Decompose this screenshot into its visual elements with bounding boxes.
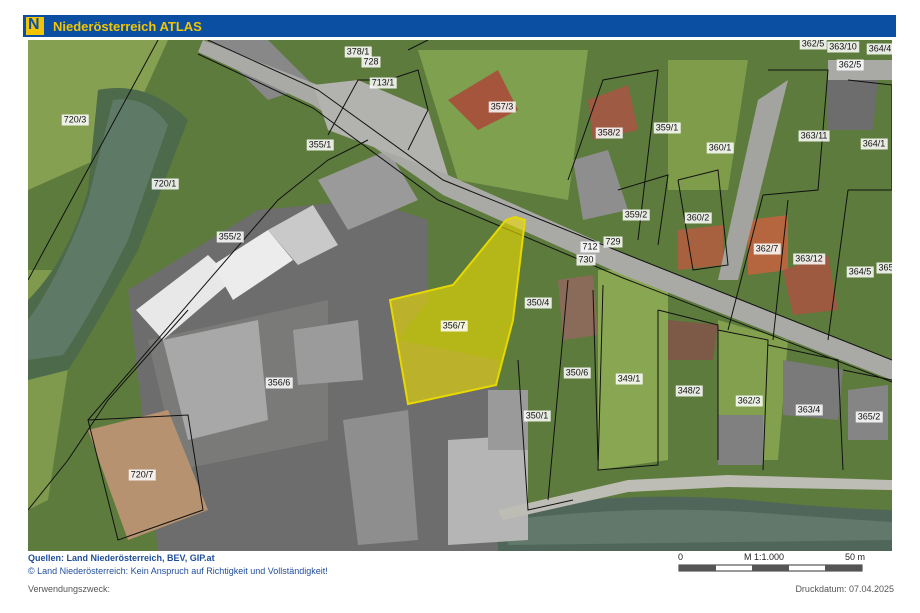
parcel-label: 349/1 xyxy=(615,373,643,385)
parcel-label: 363/11 xyxy=(798,130,830,142)
parcel-label: 362/7 xyxy=(753,243,781,255)
parcel-label: 730 xyxy=(576,254,596,266)
aerial-imagery xyxy=(28,40,892,551)
parcel-label: 357/3 xyxy=(488,101,516,113)
sources-text: Quellen: Land Niederösterreich, BEV, GIP… xyxy=(28,553,215,563)
parcel-label: 728 xyxy=(361,56,381,68)
parcel-label: 720/7 xyxy=(128,469,156,481)
app-header: N Niederösterreich ATLAS xyxy=(23,15,896,37)
print-date: Druckdatum: 07.04.2025 xyxy=(795,584,894,594)
parcel-label: 348/2 xyxy=(675,385,703,397)
parcel-label: 720/1 xyxy=(151,178,179,190)
purpose-label: Verwendungszweck: xyxy=(28,584,111,594)
parcel-label: 362/5 xyxy=(836,59,864,71)
parcel-label: 359/1 xyxy=(653,122,681,134)
parcel-label: 729 xyxy=(603,236,623,248)
scale-ratio-label: M 1:1.000 xyxy=(744,552,785,562)
parcel-label: 363/12 xyxy=(793,253,825,265)
scale-bar-graphic xyxy=(678,564,863,572)
parcel-label: 364/4 xyxy=(866,43,892,55)
parcel-label: 365/2 xyxy=(855,411,883,423)
parcel-label: 360/2 xyxy=(684,212,712,224)
parcel-label: 355/1 xyxy=(306,139,334,151)
parcel-label: 365 xyxy=(876,262,892,274)
parcel-label: 362/3 xyxy=(735,395,763,407)
parcel-label: 359/2 xyxy=(622,209,650,221)
map-footer: Quellen: Land Niederösterreich, BEV, GIP… xyxy=(28,551,892,583)
parcel-label: 363/10 xyxy=(827,41,859,53)
parcel-label: 356/6 xyxy=(265,377,293,389)
parcel-label: 364/1 xyxy=(860,138,888,150)
parcel-label: 350/4 xyxy=(524,297,552,309)
parcel-label-selected[interactable]: 356/7 xyxy=(440,320,468,332)
parcel-label: 350/6 xyxy=(563,367,591,379)
parcel-label: 363/4 xyxy=(795,404,823,416)
copyright-text: © Land Niederösterreich: Kein Anspruch a… xyxy=(28,566,328,576)
parcel-label: 713/1 xyxy=(369,77,397,89)
parcel-label: 712 xyxy=(580,241,600,253)
scale-bar: 0 M 1:1.000 50 m xyxy=(678,551,888,581)
parcel-label: 364/5 xyxy=(846,266,874,278)
parcel-label: 362/5 xyxy=(799,40,827,50)
parcel-label: 360/1 xyxy=(706,142,734,154)
scale-start-label: 0 xyxy=(678,552,684,562)
parcel-label: 720/3 xyxy=(61,114,89,126)
parcel-label: 355/2 xyxy=(216,231,244,243)
parcel-label: 358/2 xyxy=(595,127,623,139)
scale-end-label: 50 m xyxy=(845,552,866,562)
app-title: Niederösterreich ATLAS xyxy=(53,19,202,34)
parcel-label: 350/1 xyxy=(523,410,551,422)
noe-logo-icon: N xyxy=(26,16,44,35)
map-view[interactable]: 378/1 728 713/1 357/3 362/5 363/10 364/4… xyxy=(28,40,892,551)
